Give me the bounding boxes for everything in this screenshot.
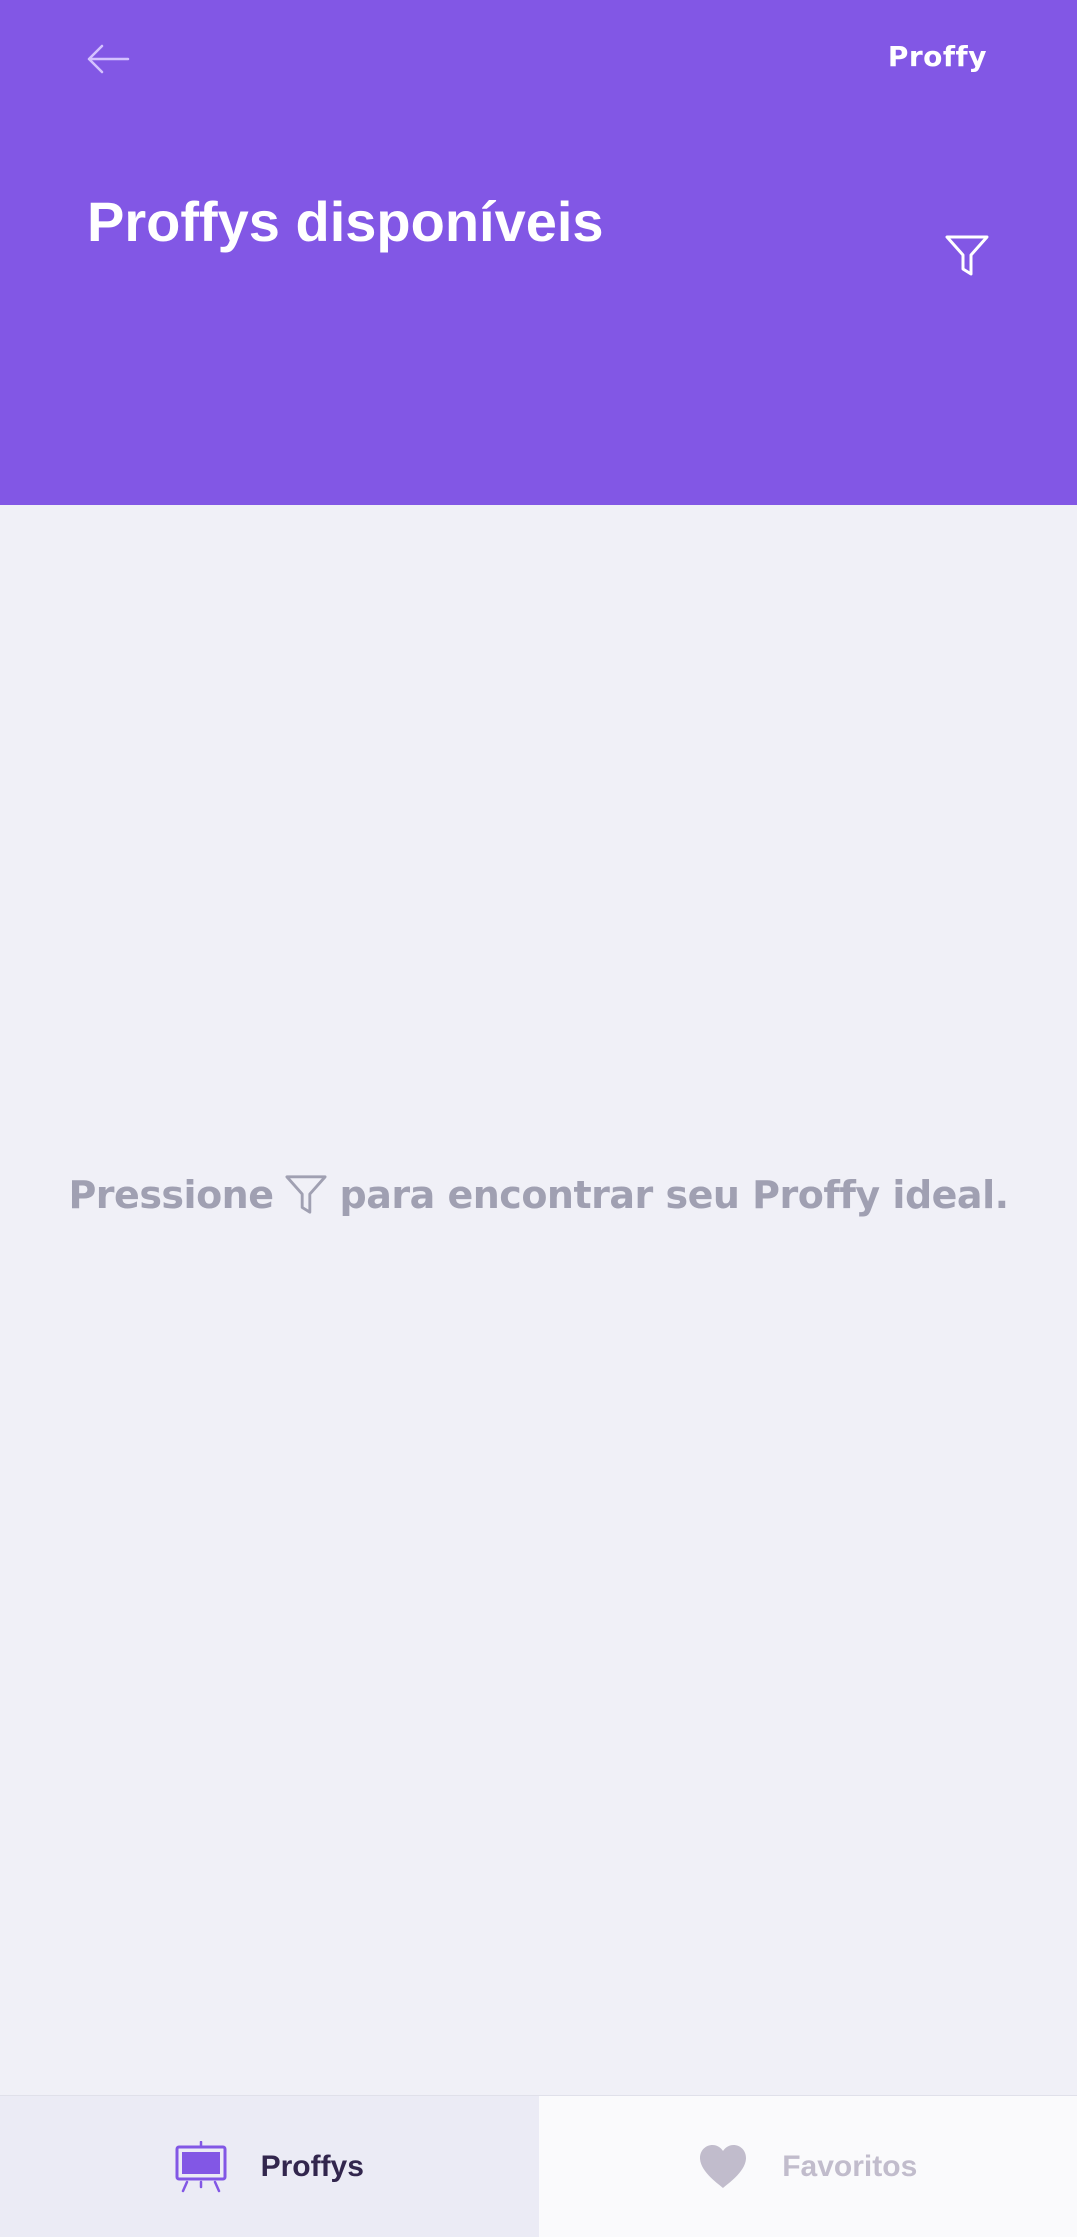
filter-icon [945, 235, 989, 276]
empty-state-text-after: para encontrar seu Proffy ideal. [339, 1173, 1010, 1217]
filter-button[interactable] [939, 228, 995, 284]
easel-icon [175, 2140, 227, 2192]
tab-proffys-label: Proffys [260, 2149, 364, 2183]
tab-favoritos[interactable]: Favoritos [538, 2096, 1077, 2237]
empty-state-text-before: Pressione [68, 1173, 274, 1217]
empty-state-message: Pressione para encontrar seu Proffy idea… [0, 1165, 1077, 1225]
tab-favoritos-label: Favoritos [782, 2149, 918, 2183]
tab-proffys[interactable]: Proffys [0, 2096, 539, 2237]
bottom-tab-bar: Proffys Favoritos [0, 2095, 1077, 2237]
arrow-left-icon [87, 44, 130, 74]
filter-icon [284, 1174, 328, 1216]
page-title: Proffys disponíveis [87, 190, 604, 253]
page-header: Proffy Proffys disponíveis [0, 0, 1077, 505]
app-root: Proffy Proffys disponíveis Pressione par… [0, 0, 1077, 2237]
proffy-logo: Proffy [887, 40, 987, 73]
heart-icon [700, 2144, 747, 2188]
back-button[interactable] [80, 35, 136, 83]
